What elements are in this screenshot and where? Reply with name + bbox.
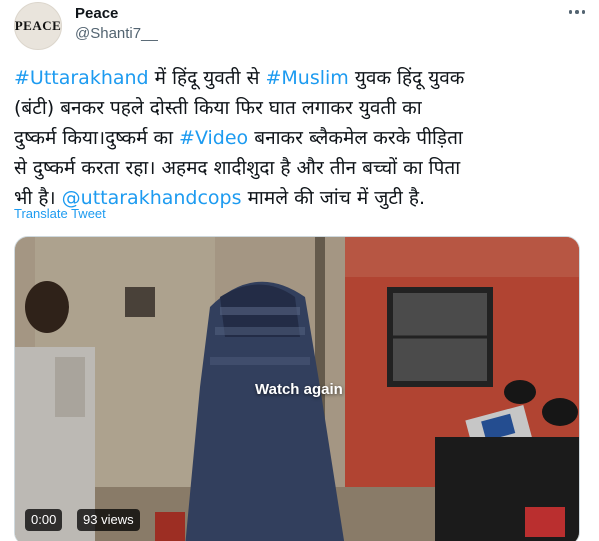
tweet-text-line: दुष्कर्म किया।दुष्कर्म का #Video बनाकर ब… [14, 123, 589, 153]
hashtag-link[interactable]: #Muslim [265, 67, 348, 89]
author-handle[interactable]: @Shanti7__ [75, 25, 158, 42]
tweet-text-segment: में हिंदू युवती से [148, 67, 266, 89]
video-player[interactable]: Watch again 0:00 93 views [14, 236, 580, 541]
avatar-logo-text: PEACE [14, 18, 62, 33]
watch-again-button[interactable]: Watch again [255, 381, 343, 398]
hashtag-link[interactable]: #Video [179, 127, 248, 149]
tweet-text-segment: दुष्कर्म किया।दुष्कर्म का [14, 127, 180, 149]
view-count: 93 views [77, 509, 140, 531]
video-time: 0:00 [25, 509, 63, 531]
tweet-text-segment: (बंटी) बनकर पहले दोस्ती किया फिर घात लगा… [14, 97, 422, 119]
tweet-text-segment: से दुष्कर्म करता रहा। अहमद शादीशुदा है औ… [14, 157, 461, 179]
tweet-text-line: से दुष्कर्म करता रहा। अहमद शादीशुदा है औ… [14, 153, 589, 183]
translate-tweet-link[interactable]: Translate Tweet [14, 206, 106, 221]
tweet-text-segment: बनाकर ब्लैकमेल करके पीड़िता [248, 127, 463, 149]
avatar[interactable]: PEACE [14, 2, 62, 50]
tweet-text-segment: युवक हिंदू युवक [348, 67, 465, 89]
hashtag-link[interactable]: #Uttarakhand [14, 67, 149, 89]
tweet-text-segment: मामले की जांच में जुटी है. [241, 187, 425, 209]
tweet-text: #Uttarakhand में हिंदू युवती से #Muslim … [14, 63, 589, 213]
author-name[interactable]: Peace [75, 5, 118, 22]
tweet-text-line: (बंटी) बनकर पहले दोस्ती किया फिर घात लगा… [14, 93, 589, 123]
more-icon[interactable] [567, 6, 587, 18]
tweet-text-line: #Uttarakhand में हिंदू युवती से #Muslim … [14, 63, 589, 93]
tweet-header: PEACE Peace @Shanti7__ [14, 2, 589, 52]
